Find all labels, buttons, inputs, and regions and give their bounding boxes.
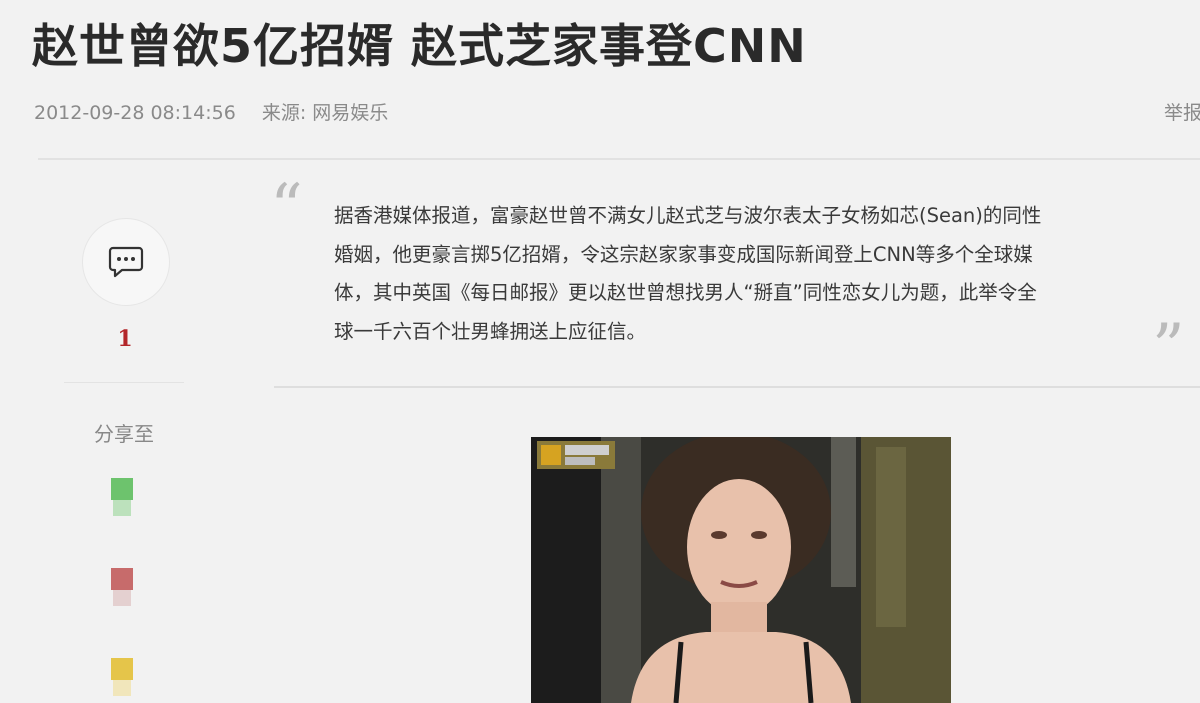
comment-button[interactable] <box>82 218 170 306</box>
share-qzone-icon-shadow <box>113 680 131 696</box>
article-datetime: 2012-09-28 08:14:56 <box>34 102 236 124</box>
article-source[interactable]: 来源: 网易娱乐 <box>262 102 388 124</box>
divider <box>38 158 1200 160</box>
share-label: 分享至 <box>94 422 154 446</box>
report-link[interactable]: 举报 <box>1164 98 1200 125</box>
share-qzone-icon <box>111 658 133 680</box>
comment-count: 1 <box>117 326 133 352</box>
quote-divider <box>274 386 1200 388</box>
share-wechat-icon <box>111 478 133 500</box>
share-qzone-button[interactable] <box>111 658 133 696</box>
comment-icon <box>108 246 144 278</box>
quote-line: 据香港媒体报道，富豪赵世曾不满女儿赵式芝与波尔表太子女杨如芯(Sean)的同性 <box>334 204 1042 227</box>
article-meta: 2012-09-28 08:14:56 来源: 网易娱乐 <box>34 98 388 125</box>
quote-line: 婚姻，他更豪言掷5亿招婿，令这宗赵家家事变成国际新闻登上CNN等多个全球媒 <box>334 242 1033 266</box>
share-weibo-button[interactable] <box>111 568 133 606</box>
share-wechat-button[interactable] <box>111 478 133 516</box>
article-photo <box>531 437 951 703</box>
share-weibo-icon <box>111 568 133 590</box>
sidebar-divider <box>64 382 184 383</box>
article-lead-quote: 据香港媒体报道，富豪赵世曾不满女儿赵式芝与波尔表太子女杨如芯(Sean)的同性 … <box>334 197 1154 351</box>
quote-line: 球一千六百个壮男蜂拥送上应征信。 <box>334 319 647 343</box>
photo-image <box>531 437 951 703</box>
open-quote-icon: “ <box>270 171 303 245</box>
share-weibo-icon-shadow <box>113 590 131 606</box>
share-wechat-icon-shadow <box>113 500 131 516</box>
close-quote-icon: ” <box>1152 316 1185 380</box>
article-title: 赵世曾欲5亿招婿 赵式芝家事登CNN <box>32 19 807 73</box>
quote-line: 体，其中英国《每日邮报》更以赵世曾想找男人“掰直”同性恋女儿为题，此举令全 <box>334 281 1037 304</box>
